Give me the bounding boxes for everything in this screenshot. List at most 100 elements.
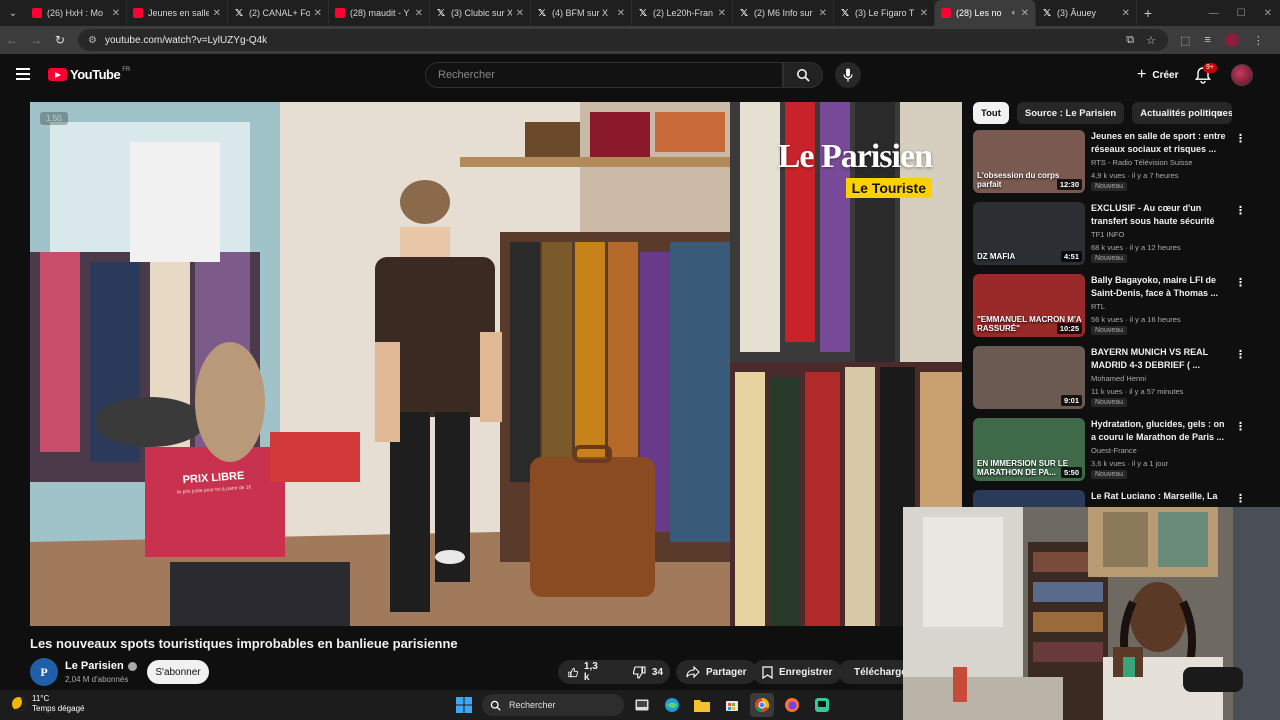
browser-tab[interactable]: 𝕏 (3) Le Figaro T ✕: [834, 0, 935, 26]
browser-tab[interactable]: 𝕏 (2) M6 Info sur ✕: [733, 0, 834, 26]
recommended-video[interactable]: L'obsession du corps parfait 12:30 Jeunes …: [973, 130, 1263, 194]
tab-close-icon[interactable]: ✕: [617, 8, 625, 19]
recommended-video[interactable]: Le Rat Luciano : Marseille, La ⋮: [973, 490, 1263, 507]
profile-avatar-icon[interactable]: [1224, 33, 1239, 47]
video-thumbnail[interactable]: DZ MAFIA 4:51: [973, 202, 1085, 265]
recommended-video-title[interactable]: BAYERN MUNICH VS REAL MADRID 4-3 DEBRIEF…: [1091, 346, 1229, 372]
site-info-icon[interactable]: ⚙: [88, 35, 97, 46]
tab-search-icon[interactable]: ⌄: [0, 0, 26, 26]
recommended-channel-name[interactable]: TF1 INFO: [1091, 230, 1124, 239]
recommended-video[interactable]: "EMMANUEL MACRON M'A RASSURÉ" 10:25 Bally …: [973, 274, 1263, 338]
recommended-channel-name[interactable]: RTL: [1091, 302, 1105, 311]
browser-tab[interactable]: 𝕏 (4) BFM sur X ✕: [531, 0, 632, 26]
windows-start-icon[interactable]: [452, 693, 476, 717]
more-actions-icon[interactable]: ⋮: [1235, 204, 1246, 217]
install-app-icon[interactable]: ⧉: [1126, 34, 1134, 47]
filter-chip[interactable]: Source : Le Parisien: [1016, 102, 1125, 124]
file-explorer-icon[interactable]: [690, 693, 714, 717]
forward-icon[interactable]: →: [24, 33, 48, 47]
tab-close-icon[interactable]: ✕: [314, 8, 322, 19]
extensions-icon[interactable]: ⬚: [1180, 34, 1190, 47]
browser-tab[interactable]: 𝕏 (2) CANAL+ Fo ✕: [228, 0, 329, 26]
share-button[interactable]: Partager: [676, 660, 757, 684]
recommended-channel-name[interactable]: Ouest-France: [1091, 446, 1137, 455]
tab-close-icon[interactable]: ✕: [1122, 8, 1130, 19]
channel-name[interactable]: Le Parisien: [65, 660, 137, 672]
recommended-video[interactable]: DZ MAFIA 4:51 EXCLUSIF - Au cœur d'un tran…: [973, 202, 1263, 266]
video-thumbnail[interactable]: [973, 490, 1085, 507]
dislike-button[interactable]: 34: [623, 660, 673, 684]
tab-close-icon[interactable]: ✕: [415, 8, 423, 19]
more-actions-icon[interactable]: ⋮: [1235, 276, 1246, 289]
recommended-video-title[interactable]: EXCLUSIF - Au cœur d'un transfert sous h…: [1091, 202, 1229, 228]
recommended-channel-name[interactable]: RTS - Radio Télévision Suisse: [1091, 158, 1192, 167]
recommended-video[interactable]: EN IMMERSION SUR LE MARATHON DE PA... 5:5…: [973, 418, 1263, 482]
video-duration: 9:01: [1060, 395, 1082, 406]
task-view-icon[interactable]: [630, 693, 654, 717]
reload-icon[interactable]: ↻: [48, 33, 72, 47]
tab-close-icon[interactable]: ✕: [1021, 8, 1029, 19]
more-actions-icon[interactable]: ⋮: [1235, 492, 1246, 505]
download-button[interactable]: Télécharger: [838, 660, 903, 684]
edge-browser-icon[interactable]: [660, 693, 684, 717]
recommended-video[interactable]: 9:01 BAYERN MUNICH VS REAL MADRID 4-3 DEB…: [973, 346, 1263, 410]
new-tab-button[interactable]: +: [1137, 5, 1159, 21]
store-icon[interactable]: [720, 693, 744, 717]
tab-close-icon[interactable]: ✕: [920, 8, 928, 19]
recommended-channel-name[interactable]: Mohamed Henni: [1091, 374, 1146, 383]
weather-widget[interactable]: 11°C Temps dégagé: [12, 694, 84, 714]
search-button[interactable]: [783, 62, 823, 88]
recommended-video-meta: 4,9 k vues · il y a 7 heures: [1091, 171, 1179, 180]
browser-tab[interactable]: 𝕏 (2) Le20h-Fran ✕: [632, 0, 733, 26]
taskbar-search[interactable]: Rechercher: [482, 694, 624, 716]
recommended-video-title[interactable]: Bally Bagayoko, maire LFI de Saint-Denis…: [1091, 274, 1229, 300]
channel-avatar[interactable]: P: [30, 658, 58, 686]
video-thumbnail[interactable]: EN IMMERSION SUR LE MARATHON DE PA... 5:5…: [973, 418, 1085, 481]
video-thumbnail[interactable]: L'obsession du corps parfait 12:30: [973, 130, 1085, 193]
tab-label: (3) Le Figaro T: [855, 8, 915, 18]
browser-tab[interactable]: (28) Les no 🔈︎ ✕: [935, 0, 1036, 26]
url-field[interactable]: ⚙ youtube.com/watch?v=LylUZYg-Q4k ⧉ ☆: [78, 29, 1168, 51]
subscribe-button[interactable]: S'abonner: [147, 660, 209, 684]
media-control-icon[interactable]: ≡: [1204, 34, 1210, 46]
tab-close-icon[interactable]: ✕: [718, 8, 726, 19]
browser-tab[interactable]: (26) HxH : Mo ✕: [26, 0, 127, 26]
tab-close-icon[interactable]: ✕: [819, 8, 827, 19]
filter-chip[interactable]: Tout: [973, 102, 1009, 124]
video-thumbnail[interactable]: "EMMANUEL MACRON M'A RASSURÉ" 10:25: [973, 274, 1085, 337]
browser-tab[interactable]: 𝕏 (3) Clubic sur X ✕: [430, 0, 531, 26]
create-button[interactable]: + Créer: [1125, 63, 1191, 87]
video-thumbnail[interactable]: 9:01: [973, 346, 1085, 409]
tab-close-icon[interactable]: ✕: [516, 8, 524, 19]
streaming-app-icon[interactable]: [810, 693, 834, 717]
more-actions-icon[interactable]: ⋮: [1235, 132, 1246, 145]
more-actions-icon[interactable]: ⋮: [1235, 420, 1246, 433]
account-avatar[interactable]: [1231, 64, 1253, 86]
bookmark-star-icon[interactable]: ☆: [1146, 34, 1156, 47]
back-icon[interactable]: ←: [0, 33, 24, 47]
browser-tab[interactable]: (28) maudit - Y ✕: [329, 0, 430, 26]
more-actions-icon[interactable]: ⋮: [1235, 348, 1246, 361]
firefox-icon[interactable]: [780, 693, 804, 717]
tab-close-icon[interactable]: ✕: [213, 8, 221, 19]
chrome-icon[interactable]: [750, 693, 774, 717]
voice-search-button[interactable]: [835, 62, 861, 88]
recommended-video-title[interactable]: Jeunes en salle de sport : entre réseaux…: [1091, 130, 1229, 156]
tab-close-icon[interactable]: ✕: [112, 8, 120, 19]
browser-tab[interactable]: 𝕏 (3) Âuuey ✕: [1036, 0, 1137, 26]
tab-audio-icon[interactable]: 🔈︎: [1012, 8, 1017, 18]
browser-menu-icon[interactable]: ⋮: [1253, 34, 1264, 47]
search-input[interactable]: Rechercher: [425, 62, 783, 88]
chevron-right-icon[interactable]: ›: [1218, 106, 1222, 120]
guide-menu-icon[interactable]: [16, 68, 30, 80]
youtube-logo[interactable]: YouTube FR: [48, 67, 130, 82]
save-button[interactable]: Enregistrer: [752, 660, 843, 684]
recommended-video-title[interactable]: Le Rat Luciano : Marseille, La: [1091, 490, 1229, 503]
browser-tab[interactable]: Jeunes en salle ✕: [127, 0, 228, 26]
like-button[interactable]: 1,3 k: [558, 660, 611, 684]
minimize-icon[interactable]: —: [1209, 8, 1219, 19]
maximize-icon[interactable]: ☐: [1237, 8, 1246, 19]
close-window-icon[interactable]: ✕: [1264, 8, 1272, 19]
video-player[interactable]: 1.50 Le Parisien Le Touriste PRIX LIBRE …: [30, 102, 962, 626]
recommended-video-title[interactable]: Hydratation, glucides, gels : on a couru…: [1091, 418, 1229, 444]
